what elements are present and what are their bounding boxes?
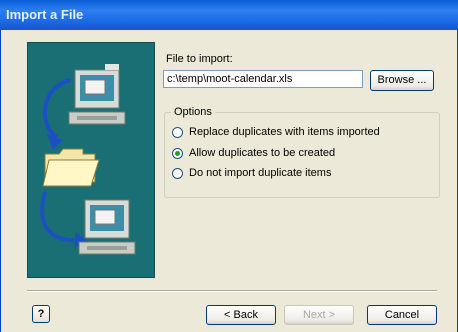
- option-allow-duplicates[interactable]: Allow duplicates to be created: [172, 147, 335, 159]
- options-title: Options: [171, 106, 215, 118]
- option-no-duplicates[interactable]: Do not import duplicate items: [172, 167, 331, 179]
- radio-replace[interactable]: [172, 126, 183, 138]
- window-title: Import a File: [6, 7, 84, 22]
- browse-button[interactable]: Browse ...: [370, 70, 434, 91]
- cancel-button[interactable]: Cancel: [367, 305, 437, 325]
- radio-no-import[interactable]: [172, 167, 183, 179]
- help-button[interactable]: ?: [32, 305, 50, 323]
- option-label: Replace duplicates with items imported: [189, 126, 380, 138]
- next-button[interactable]: Next >: [284, 305, 354, 325]
- option-label: Do not import duplicate items: [189, 167, 332, 179]
- file-to-import-label: File to import:: [166, 53, 233, 65]
- import-illustration: [27, 42, 155, 278]
- option-label: Allow duplicates to be created: [189, 147, 336, 159]
- radio-allow[interactable]: [172, 147, 183, 159]
- illustration-icon: [40, 64, 136, 255]
- back-button[interactable]: < Back: [206, 305, 276, 325]
- footer-divider: [27, 290, 437, 292]
- file-path-input[interactable]: [163, 70, 363, 88]
- titlebar[interactable]: Import a File: [0, 0, 458, 30]
- option-replace-duplicates[interactable]: Replace duplicates with items imported: [172, 126, 380, 138]
